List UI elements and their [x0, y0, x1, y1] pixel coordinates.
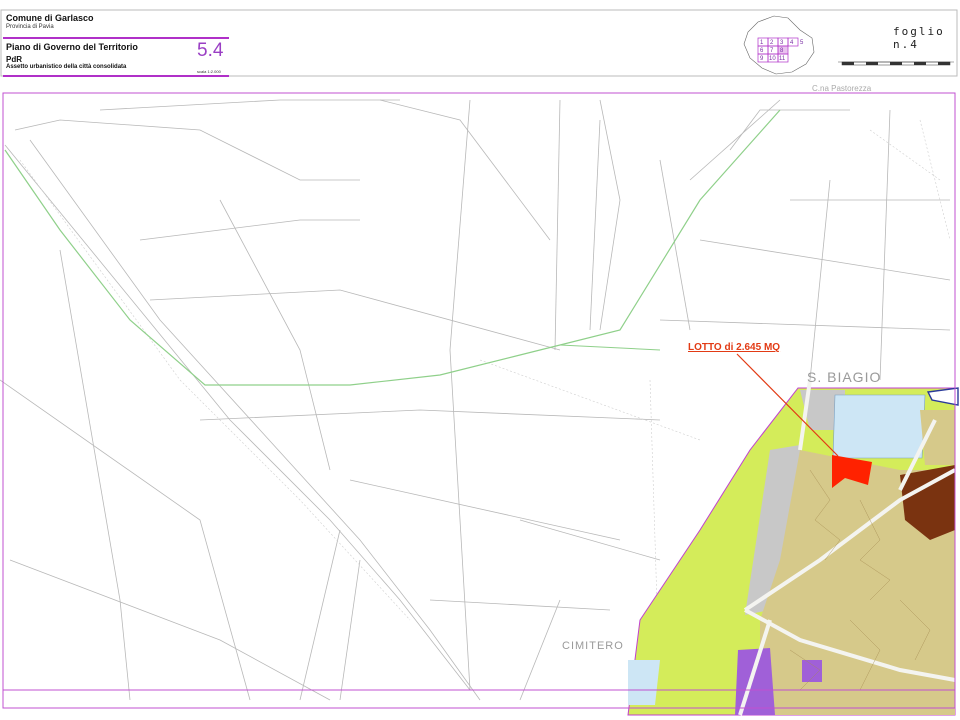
key-map-outline	[743, 15, 815, 75]
key-cell-11: 11	[779, 56, 786, 62]
key-cell-4: 4	[790, 40, 794, 46]
key-cell-1: 1	[760, 40, 764, 46]
map-canvas[interactable]	[0, 80, 960, 720]
key-cell-6: 6	[760, 48, 764, 54]
plan-subtitle: Assetto urbanistico della città consolid…	[6, 64, 127, 70]
zone-cemetery[interactable]	[628, 660, 660, 705]
cemetery-label: CIMITERO	[562, 640, 624, 652]
title-divider-bottom	[3, 75, 229, 77]
sheet-number: foglio n.4	[893, 25, 945, 51]
locality-label: S. BIAGIO	[807, 369, 882, 385]
scale-text: scala 1:2.000	[197, 69, 221, 74]
zone-services-1[interactable]	[735, 648, 775, 715]
green-path-route	[4, 109, 781, 386]
key-cell-10: 10	[769, 56, 776, 62]
scale-bar	[838, 61, 954, 66]
plan-title: Piano di Governo del Territorio	[6, 42, 138, 52]
document-code: 5.4	[197, 40, 224, 61]
provincia-name: Provincia di Pavia	[6, 24, 54, 30]
title-block: Comune di Garlasco Provincia di Pavia Pi…	[0, 8, 960, 78]
key-cell-7: 7	[770, 48, 774, 54]
key-cell-5: 5	[800, 40, 804, 46]
road-label: C.na Pastorezza	[812, 84, 872, 93]
key-cell-2: 2	[770, 40, 774, 46]
lotto-label: LOTTO di 2.645 MQ	[688, 342, 781, 353]
green-path-branch	[559, 344, 661, 351]
map-sheet: Comune di Garlasco Provincia di Pavia Pi…	[0, 0, 960, 720]
zone-sports-field[interactable]	[832, 394, 926, 459]
title-box: Comune di Garlasco Provincia di Pavia Pi…	[3, 11, 229, 79]
plan-section: PdR	[6, 55, 22, 64]
title-divider	[3, 37, 229, 39]
key-map: 1 2 3 4 5 6 7 8 9 10 11	[743, 15, 815, 75]
key-cell-3: 3	[780, 40, 784, 46]
comune-name: Comune di Garlasco	[6, 13, 94, 23]
key-cell-9: 9	[760, 56, 764, 62]
